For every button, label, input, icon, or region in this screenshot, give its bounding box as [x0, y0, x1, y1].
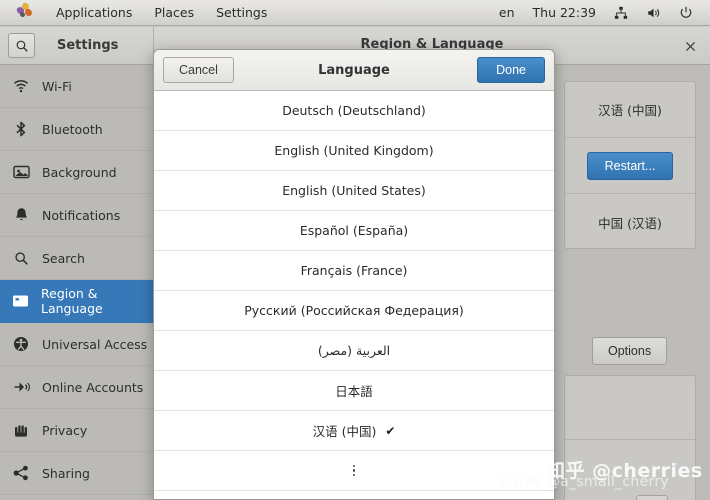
sidebar-item-sharing[interactable]: Sharing: [0, 452, 153, 495]
sidebar-item-label: Online Accounts: [42, 379, 144, 395]
language-label: 汉语 (中国): [312, 424, 377, 439]
language-label: Español (España): [299, 223, 409, 238]
input-source-row[interactable]: [565, 376, 695, 440]
cancel-button[interactable]: Cancel: [163, 57, 234, 83]
done-button[interactable]: Done: [477, 57, 545, 83]
menu-settings[interactable]: Settings: [205, 2, 278, 24]
clock[interactable]: Thu 22:39: [524, 2, 605, 24]
input-source-row[interactable]: [565, 440, 695, 500]
sidebar-item-notifications[interactable]: Notifications: [0, 194, 153, 237]
list-item[interactable]: 日本語: [154, 371, 554, 411]
show-more-row[interactable]: [154, 451, 554, 491]
search-button[interactable]: [8, 33, 35, 58]
language-value: 汉语 (中国): [598, 103, 662, 118]
online-accounts-icon: [12, 380, 30, 394]
language-list[interactable]: Deutsch (Deutschland) English (United Ki…: [154, 91, 554, 499]
list-item[interactable]: Русский (Российская Федерация): [154, 291, 554, 331]
wifi-icon: [12, 79, 30, 93]
sidebar-item-label: Background: [42, 164, 117, 180]
list-item[interactable]: Español (España): [154, 211, 554, 251]
dialog-header: Cancel Language Done: [154, 50, 554, 91]
menu-applications[interactable]: Applications: [45, 2, 143, 24]
volume-icon[interactable]: [637, 3, 670, 23]
checkmark-icon: ✔: [385, 423, 396, 438]
input-source-indicator[interactable]: en: [490, 2, 524, 24]
list-item[interactable]: Français (France): [154, 251, 554, 291]
language-label: English (United States): [282, 183, 426, 198]
keyboard-icon[interactable]: [636, 495, 668, 500]
language-card: 汉语 (中国) Restart... 中国 (汉语): [564, 81, 696, 249]
top-panel-status: en Thu 22:39: [490, 2, 710, 24]
sidebar-item-universal-access[interactable]: Universal Access: [0, 323, 153, 366]
language-label: 日本語: [335, 384, 373, 399]
sidebar-item-search[interactable]: Search: [0, 237, 153, 280]
bell-icon: [12, 207, 30, 223]
top-panel-menus: Applications Places Settings: [0, 0, 278, 25]
sidebar-item-label: Wi-Fi: [42, 78, 72, 94]
more-vertical-icon: [352, 464, 356, 477]
sidebar-item-label: Bluetooth: [42, 121, 103, 137]
bluetooth-icon: [12, 121, 30, 137]
language-label: Русский (Российская Федерация): [244, 303, 464, 318]
search-icon: [16, 40, 28, 52]
sidebar-item-bluetooth[interactable]: Bluetooth: [0, 108, 153, 151]
sidebar-item-online-accounts[interactable]: Online Accounts: [0, 366, 153, 409]
formats-value: 中国 (汉语): [598, 215, 662, 231]
sidebar-item-label: Region & Language: [41, 286, 103, 316]
region-language-icon: [12, 294, 29, 308]
list-item[interactable]: Deutsch (Deutschland): [154, 91, 554, 131]
accessibility-icon: [12, 336, 30, 352]
language-label: English (United Kingdom): [274, 143, 434, 158]
menu-places[interactable]: Places: [143, 2, 205, 24]
top-panel: Applications Places Settings en Thu 22:3…: [0, 0, 710, 26]
activities-icon-button[interactable]: [6, 0, 45, 25]
sidebar-item-label: Privacy: [42, 422, 88, 438]
restart-row: Restart...: [565, 138, 695, 194]
power-icon[interactable]: [670, 3, 702, 23]
language-label: العربية (مصر): [317, 343, 391, 358]
language-label: Français (France): [300, 263, 408, 278]
input-sources-card: [564, 375, 696, 500]
share-icon: [12, 465, 30, 481]
list-item[interactable]: العربية (مصر): [154, 331, 554, 371]
headerbar-left-section: Settings: [0, 26, 154, 65]
language-label: Deutsch (Deutschland): [282, 103, 426, 118]
sidebar[interactable]: Wi-Fi Bluetooth Background Notifications…: [0, 65, 154, 500]
page-title-settings: Settings: [57, 38, 119, 53]
screen: Applications Places Settings en Thu 22:3…: [0, 0, 710, 500]
hand-icon: [12, 423, 30, 438]
gnome-foot-icon: [16, 1, 33, 18]
close-button[interactable]: [680, 36, 700, 56]
language-value-row[interactable]: 汉语 (中国): [565, 82, 695, 138]
formats-value-row[interactable]: 中国 (汉语): [565, 194, 695, 250]
sidebar-item-privacy[interactable]: Privacy: [0, 409, 153, 452]
sidebar-item-region-language[interactable]: Region & Language: [0, 280, 153, 323]
options-button[interactable]: Options: [592, 337, 668, 365]
close-icon: [685, 41, 695, 51]
network-icon[interactable]: [605, 3, 637, 23]
language-dialog: Cancel Language Done Deutsch (Deutschlan…: [153, 49, 555, 500]
search-icon: [12, 251, 30, 266]
sidebar-item-wifi[interactable]: Wi-Fi: [0, 65, 153, 108]
sidebar-item-label: Sharing: [42, 465, 90, 481]
list-item[interactable]: English (United Kingdom): [154, 131, 554, 171]
list-item-selected[interactable]: 汉语 (中国) ✔: [154, 411, 554, 451]
list-item[interactable]: English (United States): [154, 171, 554, 211]
sidebar-item-label: Notifications: [42, 207, 121, 223]
background-icon: [12, 165, 30, 180]
sidebar-item-label: Universal Access: [42, 336, 148, 352]
sidebar-item-background[interactable]: Background: [0, 151, 153, 194]
restart-button[interactable]: Restart...: [586, 151, 674, 180]
sidebar-item-label: Search: [42, 250, 85, 266]
